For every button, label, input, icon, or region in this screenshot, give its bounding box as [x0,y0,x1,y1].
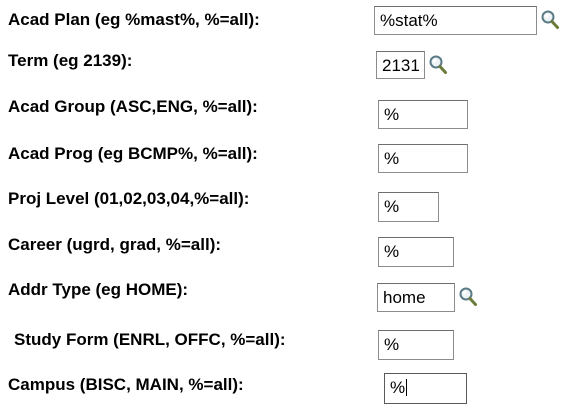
campus-input-value: % [390,378,406,397]
addr-type-lookup-icon[interactable] [458,286,478,308]
study-form-input[interactable]: % [378,330,454,360]
term-input[interactable]: 2131 [376,51,425,79]
acad-plan-input[interactable]: %stat% [374,6,537,35]
acad-plan-label: Acad Plan (eg %mast%, %=all): [8,10,260,29]
proj-level-input[interactable]: % [378,192,439,222]
acad-prog-label: Acad Prog (eg BCMP%, %=all): [8,144,258,163]
addr-type-input[interactable]: home [377,283,455,312]
acad-group-label: Acad Group (ASC,ENG, %=all): [8,97,258,116]
career-label: Career (ugrd, grad, %=all): [8,235,222,254]
text-caret [406,379,408,396]
term-lookup-icon[interactable] [428,54,448,76]
acad-plan-lookup-icon[interactable] [540,9,560,31]
term-label: Term (eg 2139): [8,51,133,70]
career-input[interactable]: % [378,237,454,267]
addr-type-label: Addr Type (eg HOME): [8,280,189,299]
proj-level-label: Proj Level (01,02,03,04,%=all): [8,189,250,208]
acad-group-input[interactable]: % [378,100,468,129]
campus-label: Campus (BISC, MAIN, %=all): [8,375,244,394]
campus-input[interactable]: % [384,373,467,404]
study-form-label: Study Form (ENRL, OFFC, %=all): [14,330,286,349]
acad-prog-input[interactable]: % [378,144,468,173]
